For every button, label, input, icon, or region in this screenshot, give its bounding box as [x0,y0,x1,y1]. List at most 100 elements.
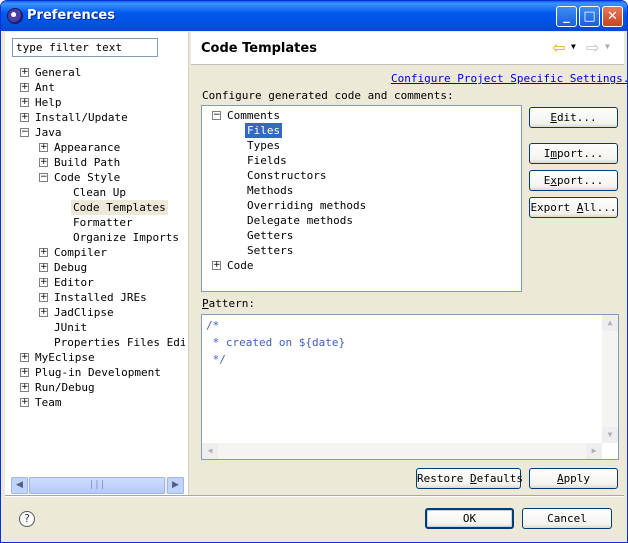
tree-item-java[interactable]: − Java [5,125,185,140]
expand-icon[interactable]: + [39,308,48,317]
template-item-constructors[interactable]: Constructors [202,168,502,183]
scroll-right-icon[interactable]: ▶ [586,443,602,459]
collapse-icon[interactable]: − [20,128,29,137]
expand-icon[interactable]: + [20,353,29,362]
tree-item-label: Installed JREs [54,291,147,304]
tree-item-compiler[interactable]: + Compiler [5,245,185,260]
tree-item-help[interactable]: + Help [5,95,185,110]
tree-item-general[interactable]: + General [5,65,185,80]
tree-item-label: JUnit [54,321,88,334]
restore-defaults-button[interactable]: Restore Defaults [416,468,523,489]
forward-history-dropdown-icon[interactable]: ▼ [605,42,610,51]
tree-item-formatter[interactable]: Formatter [5,215,185,230]
template-item-types[interactable]: Types [202,138,502,153]
forward-arrow-icon[interactable]: ⇨ [586,40,604,56]
tree-item-label: Build Path [54,156,121,169]
template-item-fields[interactable]: Fields [202,153,502,168]
button-label: dit... [556,111,597,124]
help-icon[interactable]: ? [19,511,35,527]
title-bar[interactable]: Preferences _ □ ✕ [1,1,627,31]
tree-item-label: Files [243,122,284,139]
mnemonic-key: P [202,297,209,310]
template-item-overriding-methods[interactable]: Overriding methods [202,198,502,213]
pattern-editor[interactable]: /* * created on ${date} */ ▲ ▼ ◀ ▶ [201,314,619,460]
tree-item-label: Comments [227,109,280,122]
expand-icon[interactable]: + [20,383,29,392]
tree-item-debug[interactable]: + Debug [5,260,185,275]
tree-item-installed-jres[interactable]: + Installed JREs [5,290,185,305]
expand-icon[interactable]: + [212,261,221,270]
template-group-comments[interactable]: − Comments [202,108,502,123]
import-button[interactable]: Import... [529,143,618,164]
expand-icon[interactable]: + [20,113,29,122]
tree-item-label: Code Templates [71,200,168,215]
expand-icon[interactable]: + [20,368,29,377]
scroll-left-icon[interactable]: ◀ [202,443,218,459]
configure-project-settings-link[interactable]: Configure Project Specific Settings... [391,72,627,85]
tree-horizontal-scrollbar[interactable]: ◀ ||| ▶ [11,477,184,494]
edit-button[interactable]: Edit... [529,107,618,128]
pattern-horizontal-scrollbar[interactable]: ◀ ▶ [202,443,602,459]
tree-item-jadclipse[interactable]: + JadClipse [5,305,185,320]
expand-icon[interactable]: + [20,398,29,407]
tree-item-code-style[interactable]: − Code Style [5,170,185,185]
pattern-line: * created on ${date} [206,336,346,349]
expand-icon[interactable]: + [20,98,29,107]
collapse-icon[interactable]: − [39,173,48,182]
ok-button[interactable]: OK [425,508,514,529]
back-arrow-icon[interactable]: ⇦ [552,40,570,56]
tree-item-ant[interactable]: + Ant [5,80,185,95]
expand-icon[interactable]: + [39,293,48,302]
export-all-button[interactable]: Export All... [529,197,618,218]
filter-input[interactable]: type filter text [12,38,158,57]
mnemonic-key: E [550,111,557,124]
tree-item-junit[interactable]: JUnit [5,320,185,335]
scroll-right-icon[interactable]: ▶ [167,477,184,494]
back-history-dropdown-icon[interactable]: ▼ [571,42,576,51]
minimize-button[interactable]: _ [556,6,577,27]
page-header: Code Templates ⇦ ▼ ⇨ ▼ [191,32,624,65]
expand-icon[interactable]: + [20,83,29,92]
templates-tree[interactable]: − Comments Files Types Fields Constructo… [201,105,522,292]
expand-icon[interactable]: + [39,278,48,287]
pattern-line: */ [206,353,226,366]
tree-item-build-path[interactable]: + Build Path [5,155,185,170]
template-item-getters[interactable]: Getters [202,228,502,243]
tree-item-team[interactable]: + Team [5,395,185,410]
export-button[interactable]: Export... [529,170,618,191]
expand-icon[interactable]: + [39,158,48,167]
tree-item-label: JadClipse [54,306,114,319]
tree-item-appearance[interactable]: + Appearance [5,140,185,155]
tree-item-label: Delegate methods [247,214,353,227]
collapse-icon[interactable]: − [212,111,221,120]
tree-item-code-templates[interactable]: Code Templates [5,200,185,215]
scroll-up-icon[interactable]: ▲ [602,315,618,331]
tree-item-properties-files-editor[interactable]: Properties Files Edito [5,335,185,350]
template-group-code[interactable]: + Code [202,258,502,273]
template-item-delegate-methods[interactable]: Delegate methods [202,213,502,228]
template-item-setters[interactable]: Setters [202,243,502,258]
tree-item-run-debug[interactable]: + Run/Debug [5,380,185,395]
scroll-down-icon[interactable]: ▼ [602,427,618,443]
maximize-button[interactable]: □ [579,6,600,27]
tree-item-myeclipse[interactable]: + MyEclipse [5,350,185,365]
template-item-methods[interactable]: Methods [202,183,502,198]
template-item-files[interactable]: Files [202,122,502,139]
scroll-left-icon[interactable]: ◀ [11,477,28,494]
tree-item-clean-up[interactable]: Clean Up [5,185,185,200]
expand-icon[interactable]: + [39,143,48,152]
apply-button[interactable]: Apply [529,468,618,489]
close-button[interactable]: ✕ [602,6,623,27]
button-label: Restore [417,472,470,485]
cancel-button[interactable]: Cancel [522,508,612,529]
tree-item-organize-imports[interactable]: Organize Imports [5,230,185,245]
pattern-vertical-scrollbar[interactable]: ▲ ▼ [602,315,618,443]
expand-icon[interactable]: + [20,68,29,77]
tree-item-editor[interactable]: + Editor [5,275,185,290]
tree-item-install-update[interactable]: + Install/Update [5,110,185,125]
expand-icon[interactable]: + [39,263,48,272]
expand-icon[interactable]: + [39,248,48,257]
scrollbar-thumb[interactable]: ||| [29,477,165,494]
eclipse-app-icon [7,8,23,24]
tree-item-plugin-development[interactable]: + Plug-in Development [5,365,185,380]
